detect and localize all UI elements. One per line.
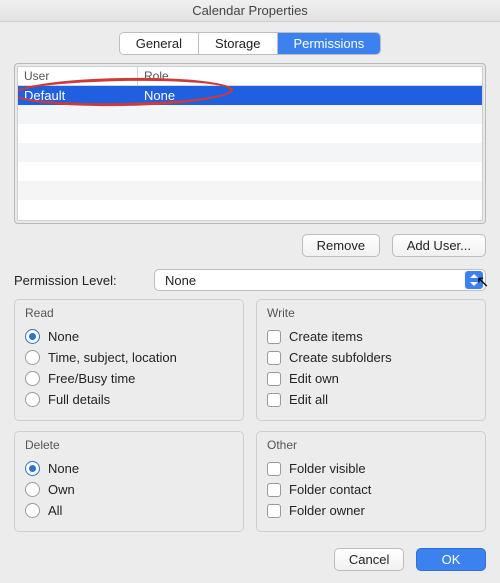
radio-icon [25,461,40,476]
checkbox-icon [267,351,281,365]
tab-permissions[interactable]: Permissions [278,33,381,54]
checkbox-icon [267,393,281,407]
group-title-read: Read [25,306,235,320]
check-write-edit-all[interactable]: Edit all [265,389,477,410]
radio-icon [25,503,40,518]
permission-level-select[interactable]: None [154,269,486,291]
radio-read-full-details[interactable]: Full details [23,389,235,410]
permissions-table-panel: User Role Default None [14,63,486,224]
group-title-other: Other [267,438,477,452]
radio-delete-all[interactable]: All [23,500,235,521]
checkbox-icon [267,483,281,497]
column-header-role[interactable]: Role [138,67,482,85]
select-stepper-icon [465,271,483,289]
remove-button[interactable]: Remove [302,234,380,257]
radio-delete-none[interactable]: None [23,458,235,479]
check-write-create-subfolders[interactable]: Create subfolders [265,347,477,368]
radio-icon [25,482,40,497]
radio-read-free-busy[interactable]: Free/Busy time [23,368,235,389]
radio-icon [25,392,40,407]
group-title-write: Write [267,306,477,320]
radio-read-time-subject-location[interactable]: Time, subject, location [23,347,235,368]
cancel-button[interactable]: Cancel [334,548,404,571]
tab-bar: General Storage Permissions [14,32,486,55]
radio-icon [25,350,40,365]
permission-level-label: Permission Level: [14,273,154,288]
radio-icon [25,329,40,344]
check-write-create-items[interactable]: Create items [265,326,477,347]
group-delete: Delete None Own All [14,431,244,532]
window-title: Calendar Properties [0,0,500,22]
group-title-delete: Delete [25,438,235,452]
check-write-edit-own[interactable]: Edit own [265,368,477,389]
cell-user: Default [18,88,138,103]
radio-icon [25,371,40,386]
add-user-button[interactable]: Add User... [392,234,486,257]
group-read: Read None Time, subject, location Free/B… [14,299,244,421]
check-other-folder-visible[interactable]: Folder visible [265,458,477,479]
radio-read-none[interactable]: None [23,326,235,347]
permission-level-value: None [165,273,196,288]
table-row[interactable]: Default None [18,86,482,105]
check-other-folder-contact[interactable]: Folder contact [265,479,477,500]
column-header-user[interactable]: User [18,67,138,85]
checkbox-icon [267,330,281,344]
group-write: Write Create items Create subfolders Edi… [256,299,486,421]
table-header: User Role [18,67,482,86]
check-other-folder-owner[interactable]: Folder owner [265,500,477,521]
group-other: Other Folder visible Folder contact Fold… [256,431,486,532]
cell-role: None [138,88,482,103]
checkbox-icon [267,372,281,386]
radio-delete-own[interactable]: Own [23,479,235,500]
tab-general[interactable]: General [120,33,199,54]
checkbox-icon [267,462,281,476]
checkbox-icon [267,504,281,518]
tab-storage[interactable]: Storage [199,33,278,54]
ok-button[interactable]: OK [416,548,486,571]
